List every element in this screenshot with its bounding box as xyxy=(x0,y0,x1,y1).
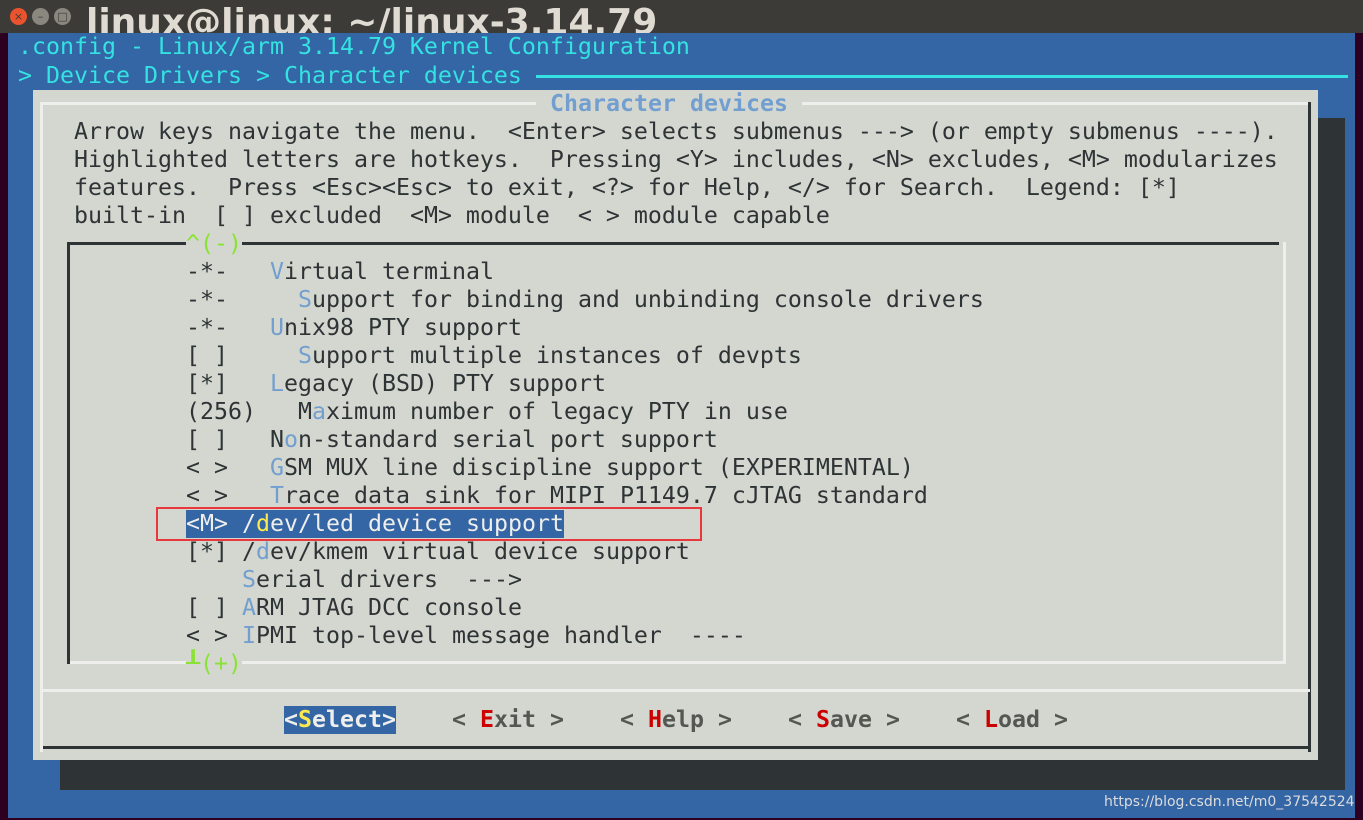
item-text xyxy=(186,566,242,593)
help-line: Highlighted letters are hotkeys. Pressin… xyxy=(74,146,1278,173)
scroll-down-indicator[interactable]: ┸(+) xyxy=(186,650,242,678)
hotkey-letter: U xyxy=(270,314,284,341)
item-text: [ ] xyxy=(186,594,242,621)
menu-item[interactable]: < > Trace data sink for MIPI P1149.7 cJT… xyxy=(186,482,928,510)
item-text: < > xyxy=(186,622,242,649)
window-titlebar: × – □ linux@linux: ~/linux-3.14.79 xyxy=(0,0,1363,33)
hotkey-letter: a xyxy=(311,398,326,425)
button-separator xyxy=(40,689,1310,692)
hotkey-letter: S xyxy=(297,342,312,369)
item-text: oad > xyxy=(998,706,1068,733)
button-save[interactable]: < Save > xyxy=(788,706,900,734)
hotkey-letter: V xyxy=(270,258,284,285)
item-text: < xyxy=(788,706,816,733)
item-text: [*] xyxy=(186,370,270,397)
item-text: (256) M xyxy=(186,398,312,425)
dialog-title: Character devices xyxy=(536,90,802,118)
hotkey-letter: S xyxy=(816,706,830,733)
hotkey-letter: S xyxy=(242,566,256,593)
dialog-border-left xyxy=(40,102,43,752)
help-line: Arrow keys navigate the menu. <Enter> se… xyxy=(74,118,1278,145)
item-text: < xyxy=(620,706,648,733)
hotkey-letter: L xyxy=(984,706,998,733)
menu-item[interactable]: [*] /dev/kmem virtual device support xyxy=(186,538,690,566)
hotkey-letter: S xyxy=(297,286,312,313)
item-text: -*- xyxy=(186,286,298,313)
hotkey-letter: L xyxy=(270,370,284,397)
dialog-border-bottom xyxy=(43,746,1311,749)
menu-item[interactable]: < > GSM MUX line discipline support (EXP… xyxy=(186,454,914,482)
scroll-down-label: (+) xyxy=(200,650,242,677)
close-icon[interactable]: × xyxy=(10,8,27,25)
menu-border-top xyxy=(67,242,1279,245)
item-text: ximum number of legacy PTY in use xyxy=(325,398,788,425)
menu-item[interactable]: [ ] Support multiple instances of devpts xyxy=(186,342,802,370)
help-line: features. Press <Esc><Esc> to exit, <?> … xyxy=(74,174,1180,201)
menu-item[interactable]: -*- Support for binding and unbinding co… xyxy=(186,286,984,314)
window-title: linux@linux: ~/linux-3.14.79 xyxy=(86,2,658,33)
hotkey-letter: A xyxy=(242,594,256,621)
item-text: elect> xyxy=(312,706,396,733)
item-text: SM MUX line discipline support (EXPERIME… xyxy=(284,454,914,481)
menu-item[interactable]: [ ] ARM JTAG DCC console xyxy=(186,594,522,622)
item-text: [ ] xyxy=(186,342,298,369)
item-text: < > xyxy=(186,482,270,509)
item-text: < xyxy=(284,706,298,733)
hotkey-letter: S xyxy=(298,706,312,733)
watermark: https://blog.csdn.net/m0_37542524 xyxy=(1104,794,1355,810)
button-load[interactable]: < Load > xyxy=(956,706,1068,734)
button-select[interactable]: <Select> xyxy=(284,706,396,734)
menu-border-right xyxy=(1283,242,1286,664)
hotkey-letter: o xyxy=(283,426,298,453)
menu-item[interactable]: [ ] Non-standard serial port support xyxy=(186,426,718,454)
item-text: < xyxy=(956,706,984,733)
hotkey-letter: E xyxy=(480,706,494,733)
item-text: PMI top-level message handler ---- xyxy=(256,622,746,649)
menu-item[interactable]: < > IPMI top-level message handler ---- xyxy=(186,622,746,650)
item-text: [ ] N xyxy=(186,426,284,453)
hotkey-letter: G xyxy=(270,454,284,481)
config-title: .config - Linux/arm 3.14.79 Kernel Confi… xyxy=(18,33,690,60)
menu-item[interactable]: [*] Legacy (BSD) PTY support xyxy=(186,370,606,398)
dialog-border-right xyxy=(1308,102,1311,752)
hotkey-letter: H xyxy=(648,706,662,733)
item-text: irtual terminal xyxy=(284,258,494,285)
breadcrumb: > Device Drivers > Character devices xyxy=(18,62,522,89)
button-exit[interactable]: < Exit > xyxy=(452,706,564,734)
item-text: erial drivers ---> xyxy=(256,566,522,593)
menu-item[interactable]: Serial drivers ---> xyxy=(186,566,522,594)
menu-item[interactable]: -*- Virtual terminal xyxy=(186,258,494,286)
item-text: ave > xyxy=(830,706,900,733)
item-text: upport for binding and unbinding console… xyxy=(311,286,984,313)
item-text: nix98 PTY support xyxy=(284,314,522,341)
item-text: RM JTAG DCC console xyxy=(256,594,522,621)
hotkey-letter: d xyxy=(256,538,270,565)
item-text: upport multiple instances of devpts xyxy=(311,342,802,369)
menu-item[interactable]: -*- Unix98 PTY support xyxy=(186,314,522,342)
hotkey-letter: I xyxy=(242,622,256,649)
item-text: egacy (BSD) PTY support xyxy=(284,370,606,397)
item-text: n-standard serial port support xyxy=(297,426,718,453)
menu-item[interactable]: (256) Maximum number of legacy PTY in us… xyxy=(186,398,788,426)
menu-border-bottom xyxy=(70,661,1286,664)
scroll-corner: ┸ xyxy=(186,650,200,677)
menu-border-left xyxy=(67,242,70,664)
maximize-icon[interactable]: □ xyxy=(54,8,71,25)
annotation-highlight-box xyxy=(156,507,702,541)
item-text: -*- xyxy=(186,258,270,285)
item-text: race data sink for MIPI P1149.7 cJTAG st… xyxy=(284,482,928,509)
item-text: [*] / xyxy=(186,538,256,565)
scroll-up-indicator[interactable]: ^(-) xyxy=(186,230,242,258)
item-text: < xyxy=(452,706,480,733)
item-text: elp > xyxy=(662,706,732,733)
item-text: xit > xyxy=(494,706,564,733)
breadcrumb-rule xyxy=(536,75,1348,78)
help-line: built-in [ ] excluded <M> module < > mod… xyxy=(74,202,830,229)
button-help[interactable]: < Help > xyxy=(620,706,732,734)
item-text: -*- xyxy=(186,314,270,341)
hotkey-letter: T xyxy=(270,482,284,509)
item-text: < > xyxy=(186,454,270,481)
minimize-icon[interactable]: – xyxy=(32,8,49,25)
item-text: ev/kmem virtual device support xyxy=(270,538,690,565)
